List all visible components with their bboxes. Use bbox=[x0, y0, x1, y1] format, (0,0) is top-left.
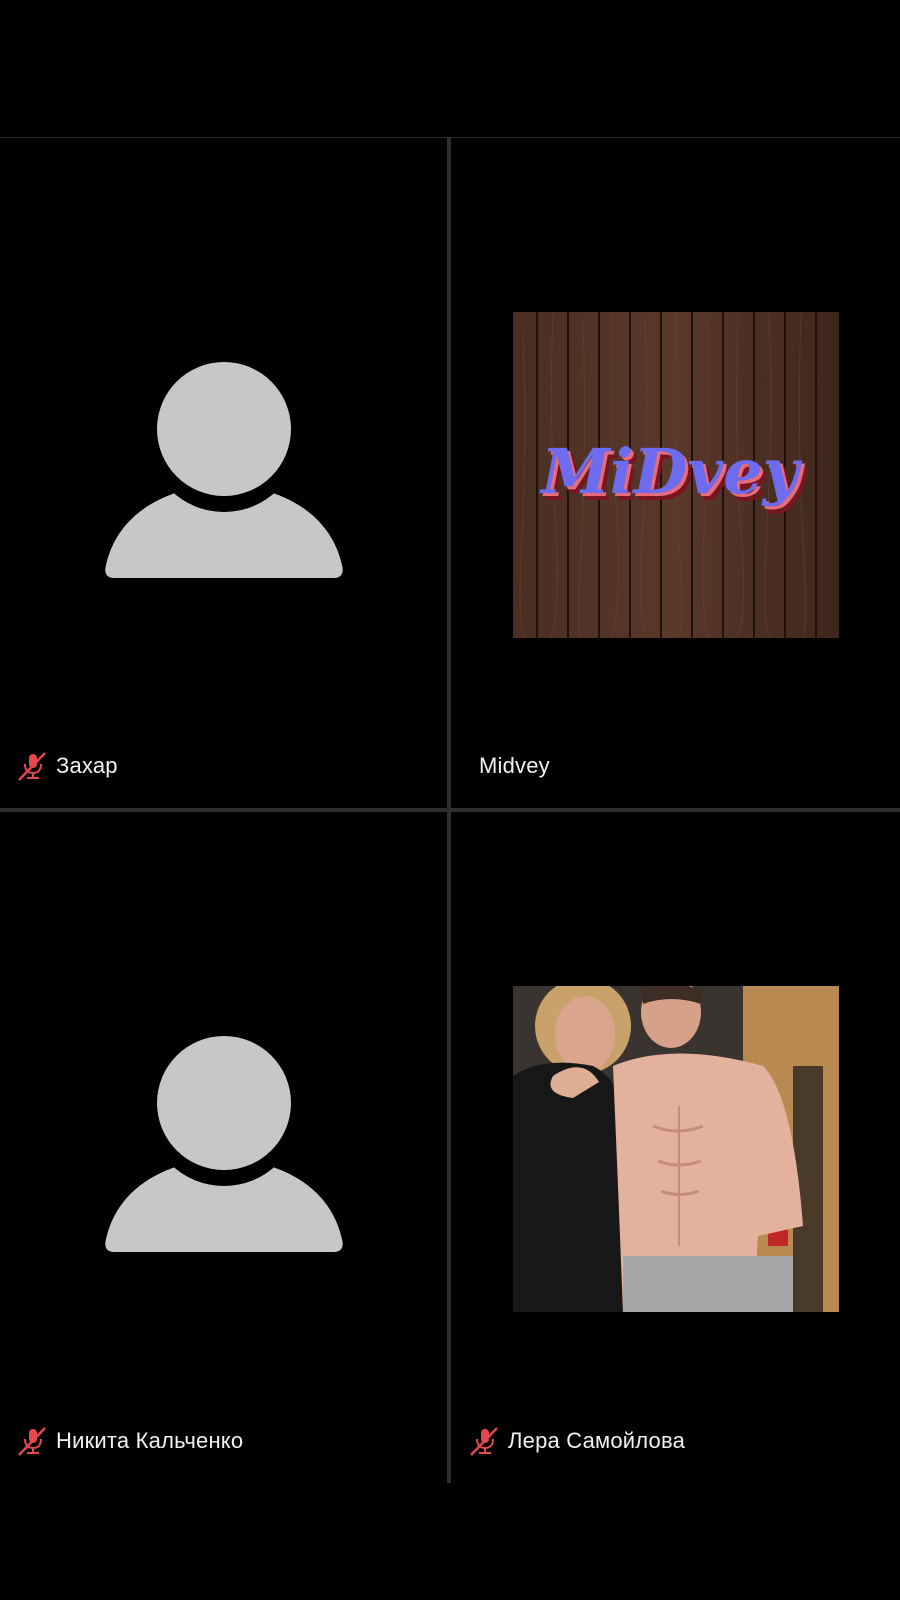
participant-tile-1[interactable]: Захар bbox=[0, 138, 447, 808]
logo-text: MiDvey bbox=[539, 435, 802, 508]
top-bar bbox=[0, 0, 900, 138]
participant-name-row: Захар bbox=[16, 750, 118, 782]
participant-tile-4[interactable]: Лера Самойлова bbox=[451, 812, 900, 1483]
grid-divider-horizontal bbox=[0, 808, 900, 812]
participant-name-row: Midvey bbox=[479, 750, 550, 782]
participant-name: Захар bbox=[56, 753, 118, 778]
default-avatar-icon bbox=[105, 1034, 343, 1252]
couple-avatar-photo bbox=[513, 986, 839, 1312]
muted-mic-icon bbox=[18, 752, 46, 781]
participant-name-row: Лера Самойлова bbox=[468, 1425, 685, 1457]
participant-name-row: Никита Кальченко bbox=[16, 1425, 243, 1457]
participant-name: Midvey bbox=[479, 753, 550, 778]
participant-tile-2[interactable]: MiDvey MiDvey MiDvey Midvey bbox=[451, 138, 900, 808]
wood-logo-image: MiDvey MiDvey MiDvey bbox=[513, 312, 839, 638]
participant-name: Никита Кальченко bbox=[56, 1428, 244, 1453]
participant-tile-3[interactable]: Никита Кальченко bbox=[0, 812, 447, 1483]
selfie-photo-image bbox=[513, 986, 839, 1312]
participant-name: Лера Самойлова bbox=[508, 1428, 686, 1453]
default-avatar-icon bbox=[105, 360, 343, 578]
midvey-avatar-photo: MiDvey MiDvey MiDvey bbox=[513, 312, 839, 638]
bottom-bar bbox=[0, 1483, 900, 1600]
muted-mic-icon bbox=[18, 1427, 46, 1456]
muted-mic-icon bbox=[470, 1427, 498, 1456]
